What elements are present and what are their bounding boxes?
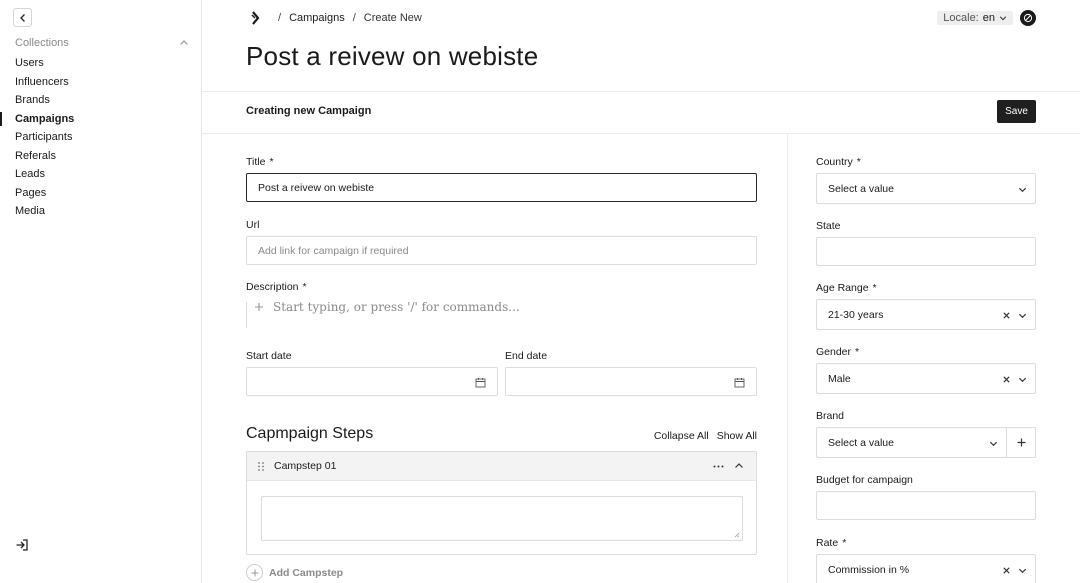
sidebar-item-participants[interactable]: Participants bbox=[0, 130, 201, 149]
chevron-down-icon bbox=[999, 16, 1007, 21]
budget-label: Budget for campaign bbox=[816, 474, 913, 486]
account-avatar-button[interactable] bbox=[1020, 10, 1036, 26]
description-editor[interactable]: Start typing, or press '/' for commands.… bbox=[246, 300, 520, 314]
chevron-down-icon bbox=[1018, 313, 1027, 319]
end-date-label: End date bbox=[505, 350, 548, 362]
rate-value: Commission in % bbox=[828, 563, 910, 576]
steps-actions: Collapse All Show All bbox=[654, 430, 757, 442]
brand-label: Brand bbox=[816, 410, 845, 422]
budget-input[interactable] bbox=[816, 491, 1036, 520]
url-label: Url bbox=[246, 219, 260, 231]
sidebar: Collections Users Influencers Brands Cam… bbox=[0, 0, 202, 583]
add-circle-icon bbox=[246, 564, 263, 581]
sidebar-fields-panel: Country * Select a value State Age Range *… bbox=[789, 134, 1080, 583]
state-label: State bbox=[816, 220, 841, 232]
campstep-card: Campstep 01 bbox=[246, 451, 757, 555]
chevron-up-icon[interactable] bbox=[734, 461, 744, 471]
user-account-icon bbox=[1023, 13, 1033, 23]
collapse-sidebar-button[interactable] bbox=[13, 8, 32, 27]
campstep-textarea[interactable] bbox=[261, 496, 743, 541]
campaign-steps-heading: Capmpaign Steps bbox=[246, 425, 374, 442]
chevron-down-icon bbox=[989, 441, 998, 447]
page-title: Post a reivew on webiste bbox=[246, 41, 539, 71]
collections-group-toggle[interactable]: Collections bbox=[15, 37, 189, 49]
brand-select[interactable]: Select a value bbox=[816, 427, 1007, 458]
collapse-all-button[interactable]: Collapse All bbox=[654, 430, 709, 442]
calendar-icon[interactable] bbox=[734, 377, 745, 388]
rate-label: Rate * bbox=[816, 537, 847, 549]
sidebar-item-influencers[interactable]: Influencers bbox=[0, 75, 201, 94]
chevron-left-icon bbox=[19, 13, 25, 22]
title-label: Title * bbox=[246, 156, 274, 168]
breadcrumb: / Campaigns / Create New bbox=[250, 11, 422, 25]
country-select[interactable]: Select a value bbox=[816, 173, 1036, 204]
app-logo-icon[interactable] bbox=[250, 11, 262, 25]
clear-icon[interactable] bbox=[1002, 375, 1011, 384]
plus-icon bbox=[1017, 438, 1025, 447]
add-block-icon[interactable] bbox=[254, 302, 264, 312]
country-label: Country * bbox=[816, 156, 861, 168]
sidebar-item-brands[interactable]: Brands bbox=[0, 93, 201, 112]
main-form: Title * Post a reivew on webiste Url Add … bbox=[202, 134, 788, 583]
locale-label: Locale: bbox=[943, 12, 979, 24]
breadcrumb-separator: / bbox=[352, 12, 356, 24]
age-range-value: 21-30 years bbox=[828, 308, 884, 321]
gender-value: Male bbox=[828, 372, 851, 385]
start-date-input[interactable] bbox=[246, 367, 498, 396]
breadcrumb-current: Create New bbox=[363, 12, 422, 24]
locale-selector[interactable]: Locale: en bbox=[937, 11, 1013, 25]
collections-label: Collections bbox=[15, 37, 69, 49]
description-label: Description * bbox=[246, 281, 307, 293]
brand-value: Select a value bbox=[828, 436, 894, 449]
chevron-down-icon bbox=[1018, 377, 1027, 383]
chevron-down-icon bbox=[1018, 187, 1027, 193]
more-options-icon[interactable] bbox=[713, 461, 724, 472]
campstep-title: Campstep 01 bbox=[274, 460, 337, 472]
age-range-label: Age Range * bbox=[816, 282, 877, 294]
save-button[interactable]: Save bbox=[997, 100, 1036, 123]
clear-icon[interactable] bbox=[1002, 566, 1011, 575]
sidebar-item-media[interactable]: Media bbox=[0, 204, 201, 223]
description-placeholder: Start typing, or press '/' for commands.… bbox=[273, 300, 520, 314]
add-brand-button[interactable] bbox=[1006, 427, 1036, 458]
sidebar-nav: Users Influencers Brands Campaigns Parti… bbox=[0, 56, 201, 223]
locale-value: en bbox=[982, 12, 995, 24]
title-input[interactable]: Post a reivew on webiste bbox=[246, 173, 757, 202]
form-status-label: Creating new Campaign bbox=[246, 105, 372, 117]
rate-select[interactable]: Commission in % bbox=[816, 554, 1036, 583]
clear-icon[interactable] bbox=[1002, 311, 1011, 320]
start-date-label: Start date bbox=[246, 350, 292, 362]
chevron-up-icon bbox=[180, 40, 188, 45]
calendar-icon[interactable] bbox=[475, 377, 486, 388]
end-date-input[interactable] bbox=[505, 367, 757, 396]
sidebar-item-leads[interactable]: Leads bbox=[0, 167, 201, 186]
sidebar-item-pages[interactable]: Pages bbox=[0, 186, 201, 205]
resize-handle-icon[interactable] bbox=[734, 532, 740, 538]
show-all-button[interactable]: Show All bbox=[717, 430, 757, 442]
campstep-header[interactable]: Campstep 01 bbox=[247, 452, 756, 481]
breadcrumb-separator: / bbox=[278, 12, 282, 24]
logout-icon[interactable] bbox=[15, 538, 29, 552]
add-campstep-label: Add Campstep bbox=[269, 566, 344, 579]
gender-select[interactable]: Male bbox=[816, 363, 1036, 394]
breadcrumb-campaigns-link[interactable]: Campaigns bbox=[289, 12, 345, 24]
sidebar-item-users[interactable]: Users bbox=[0, 56, 201, 75]
drag-handle-icon[interactable] bbox=[257, 461, 265, 472]
sidebar-item-campaigns[interactable]: Campaigns bbox=[0, 111, 201, 131]
url-input[interactable]: Add link for campaign if required bbox=[246, 236, 757, 265]
country-value: Select a value bbox=[828, 182, 894, 195]
form-toolbar: Creating new Campaign Save bbox=[202, 92, 1080, 134]
page-header: / Campaigns / Create New Locale: en Post… bbox=[202, 0, 1080, 92]
state-input[interactable] bbox=[816, 237, 1036, 266]
chevron-down-icon bbox=[1018, 568, 1027, 574]
gender-label: Gender * bbox=[816, 346, 860, 358]
age-range-select[interactable]: 21-30 years bbox=[816, 299, 1036, 330]
add-campstep-button[interactable]: Add Campstep bbox=[246, 564, 343, 581]
sidebar-item-referals[interactable]: Referals bbox=[0, 149, 201, 168]
